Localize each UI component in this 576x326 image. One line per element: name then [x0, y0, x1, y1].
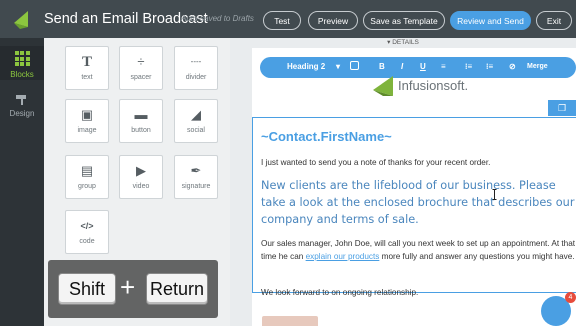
blocks-grid-icon	[14, 51, 30, 66]
exit-button[interactable]: Exit	[536, 11, 572, 30]
block-label: spacer	[130, 74, 152, 81]
chat-notification-badge: 4	[565, 292, 576, 303]
color-picker-icon[interactable]	[350, 61, 359, 70]
code-icon: </>	[80, 221, 94, 231]
underline-icon[interactable]: U	[420, 62, 426, 71]
return-key: Return	[146, 273, 208, 305]
save-as-template-button[interactable]: Save as Template	[363, 11, 445, 30]
review-and-send-button[interactable]: Review and Send	[450, 11, 531, 30]
numbered-list-icon[interactable]: ⁝≡	[465, 62, 472, 71]
block-label: divider	[185, 74, 207, 81]
block-video[interactable]: ▶ video	[119, 155, 163, 199]
rail-design-label: Design	[9, 109, 35, 118]
format-toolbar: Heading 2 ▾ B I U ≡ ⁝≡ ⁝≡ ⊘ Merge	[260, 57, 576, 78]
block-label: group	[78, 183, 96, 190]
brand-mark-icon	[373, 76, 393, 96]
bullet-list-icon[interactable]: ⁝≡	[486, 62, 493, 71]
video-icon: ▶	[136, 163, 146, 178]
highlight-heading[interactable]: New clients are the lifeblood of our bus…	[261, 177, 576, 228]
greeting-heading: ~Contact.FirstName~	[261, 129, 392, 144]
block-label: text	[81, 74, 93, 81]
closing-paragraph: We look forward to on ongoing relationsh…	[261, 288, 419, 297]
body-paragraph: Our sales manager, John Doe, will call y…	[261, 237, 576, 263]
block-group[interactable]: ▤ group	[65, 155, 109, 199]
text-cursor-icon	[492, 189, 497, 200]
pen-icon: ✒	[190, 163, 202, 178]
brand-name: Infusionsoft.	[398, 78, 469, 93]
button-icon: ▬	[134, 107, 148, 122]
top-bar: Send an Email Broadcast Auto-saved to Dr…	[0, 0, 576, 38]
infusionsoft-logo-icon	[14, 11, 28, 29]
copy-block-icon[interactable]: ❐	[548, 100, 576, 116]
rail-blocks-tab[interactable]: Blocks	[0, 46, 44, 80]
block-text[interactable]: T text	[65, 46, 109, 90]
intro-paragraph: I just wanted to send you a note of than…	[261, 158, 491, 167]
block-code[interactable]: </> code	[65, 210, 109, 254]
merge-button[interactable]: Merge	[527, 63, 548, 70]
divider-icon: ----	[190, 57, 202, 66]
plus-sign: +	[120, 272, 136, 302]
preview-button[interactable]: Preview	[308, 11, 358, 30]
rail-blocks-label: Blocks	[10, 70, 34, 79]
link-icon[interactable]: ⊘	[509, 62, 516, 71]
editor-canvas: ▾ DETAILS Heading 2 ▾ B I U ≡ ⁝≡ ⁝≡ ⊘ Me…	[230, 38, 576, 326]
image-icon: ▣	[80, 107, 94, 122]
keystroke-overlay: Shift + Return	[48, 260, 218, 318]
autosave-status: Auto-saved to Drafts	[181, 14, 254, 23]
body-text-end: more fully and answer any questions you …	[379, 252, 575, 261]
block-label: signature	[181, 183, 211, 190]
block-divider[interactable]: ---- divider	[174, 46, 218, 90]
italic-icon[interactable]: I	[401, 62, 403, 71]
text-block-selected[interactable]: ~Contact.FirstName~ I just wanted to sen…	[252, 117, 576, 297]
spacer-icon: ÷	[137, 54, 145, 69]
chevron-down-icon[interactable]: ▾	[336, 62, 340, 71]
rail-design-tab[interactable]: Design	[0, 94, 44, 128]
block-social[interactable]: ◢ social	[174, 99, 218, 143]
group-icon: ▤	[80, 163, 94, 178]
details-toggle[interactable]: ▾ DETAILS	[230, 38, 576, 48]
signature-image-preview	[262, 316, 318, 326]
block-image[interactable]: ▣ image	[65, 99, 109, 143]
block-label: video	[132, 183, 150, 190]
block-label: social	[187, 127, 205, 134]
block-label: image	[77, 127, 97, 134]
block-signature[interactable]: ✒ signature	[174, 155, 218, 199]
megaphone-icon: ◢	[191, 107, 201, 122]
bold-icon[interactable]: B	[379, 62, 385, 71]
paint-roller-icon	[16, 95, 26, 105]
shift-key: Shift	[58, 273, 116, 305]
block-button[interactable]: ▬ button	[119, 99, 163, 143]
block-label: button	[131, 127, 151, 134]
side-rail: Blocks Design	[0, 38, 44, 326]
text-icon: T	[81, 54, 92, 70]
explain-products-link[interactable]: explain our products	[306, 252, 380, 261]
block-spacer[interactable]: ÷ spacer	[119, 46, 163, 90]
align-icon[interactable]: ≡	[441, 62, 446, 71]
block-label: code	[79, 238, 95, 245]
test-button[interactable]: Test	[263, 11, 301, 30]
heading-select[interactable]: Heading 2	[287, 62, 325, 71]
